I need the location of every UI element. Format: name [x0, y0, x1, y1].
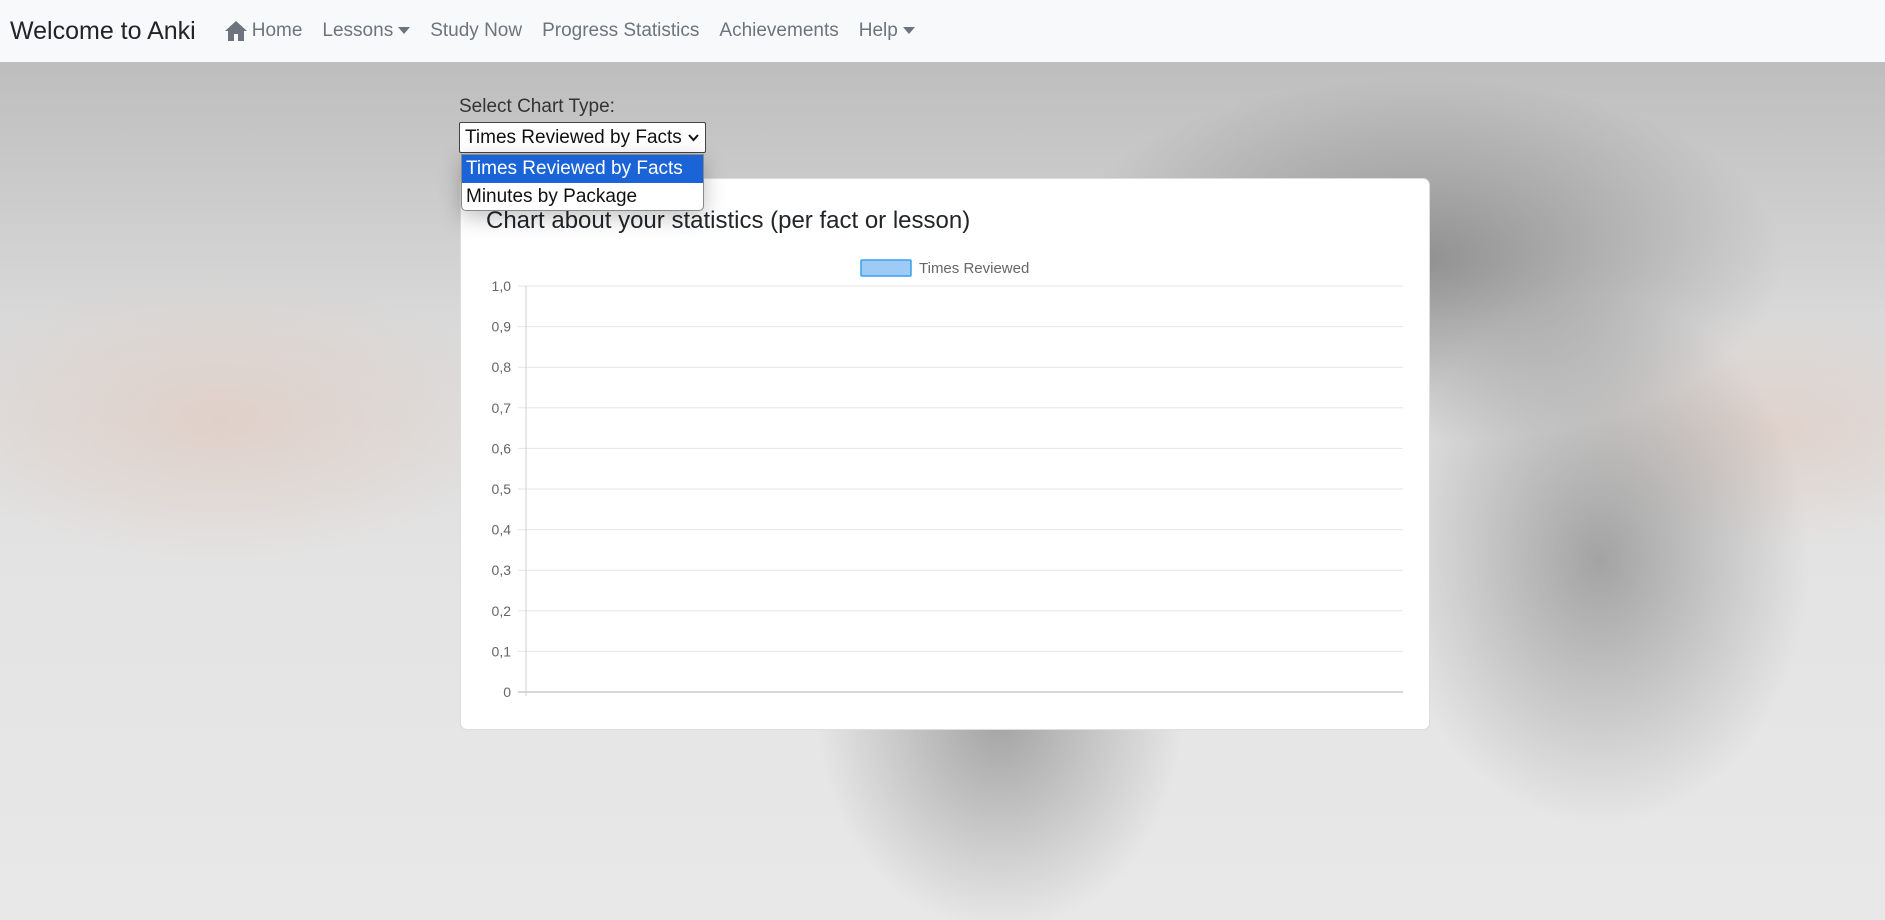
nav-study-now-label: Study Now [430, 20, 523, 41]
nav-lessons-label: Lessons [322, 20, 394, 41]
chart-card: Chart about your statistics (per fact or… [460, 178, 1430, 730]
chart-type-selected-value: Times Reviewed by Facts [465, 126, 682, 148]
legend-label-times-reviewed: Times Reviewed [919, 260, 1029, 277]
option-minutes-by-package[interactable]: Minutes by Package [462, 183, 703, 210]
chart-legend: Times Reviewed [860, 259, 1029, 277]
y-tick-label: 1,0 [492, 278, 512, 294]
nav-lessons-dropdown[interactable]: Lessons [322, 20, 411, 42]
nav-study-now[interactable]: Study Now [430, 20, 522, 42]
y-tick-label: 0 [503, 684, 511, 700]
y-tick-label: 0,4 [492, 522, 512, 538]
chart-type-label: Select Chart Type: [459, 96, 615, 117]
nav-achievements-label: Achievements [719, 20, 839, 41]
legend-swatch-times-reviewed[interactable] [860, 259, 912, 277]
nav-achievements[interactable]: Achievements [719, 20, 838, 42]
chart-y-axis: 0 0,1 0,2 0,3 0,4 0,5 0,6 0,7 0,8 0,9 1,0 [492, 278, 512, 700]
y-tick-label: 0,6 [492, 440, 512, 456]
chart-gridlines [518, 285, 1403, 696]
y-tick-label: 0,9 [492, 319, 512, 335]
navbar: Welcome to Anki Home Lessons Study Now P… [0, 0, 1885, 62]
nav-progress-statistics-label: Progress Statistics [542, 20, 700, 41]
nav-help-label: Help [858, 20, 898, 41]
chart-type-dropdown: Times Reviewed by Facts Minutes by Packa… [461, 154, 704, 211]
y-tick-label: 0,8 [492, 359, 512, 375]
y-tick-label: 0,5 [492, 481, 512, 497]
nav-help-dropdown[interactable]: Help [859, 20, 915, 42]
caret-down-icon [398, 26, 411, 34]
y-tick-label: 0,2 [492, 603, 512, 619]
y-tick-label: 0,7 [492, 400, 512, 416]
chevron-down-icon [688, 134, 699, 142]
chart: Times Reviewed 0 0,1 0,2 0,3 0,4 0,5 0,6 0,7 0,8… [492, 259, 1403, 700]
home-icon [224, 21, 247, 41]
nav-home-label: Home [251, 20, 303, 41]
nav-home[interactable]: Home [224, 20, 303, 42]
y-tick-label: 0,1 [492, 643, 512, 659]
navbar-brand[interactable]: Welcome to Anki [10, 17, 196, 46]
y-tick-label: 0,3 [492, 562, 512, 578]
nav-progress-statistics[interactable]: Progress Statistics [542, 20, 699, 42]
caret-down-icon [902, 26, 915, 34]
chart-type-select[interactable]: Times Reviewed by Facts [459, 122, 706, 153]
option-times-reviewed-by-facts[interactable]: Times Reviewed by Facts [462, 155, 703, 183]
